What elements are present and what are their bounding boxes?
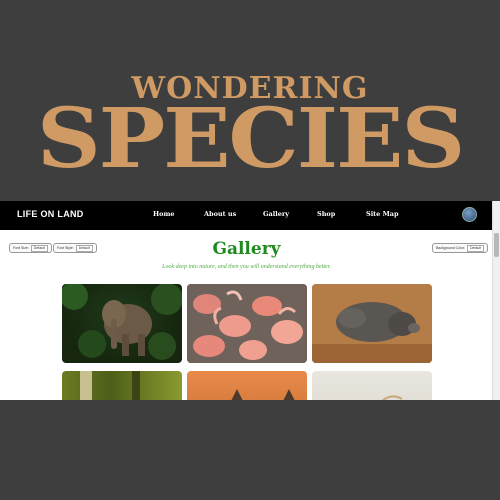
pig-picture [312,284,432,363]
scrollbar[interactable] [492,201,500,400]
browser-screenshot: LIFE ON LAND Home About us Gallery Shop … [0,201,500,400]
gallery-image-forest[interactable] [62,371,182,400]
navbar: LIFE ON LAND Home About us Gallery Shop … [0,201,493,230]
scrollbar-thumb[interactable] [494,233,499,257]
gallery-image-flamingos[interactable] [187,284,307,363]
nav-gallery[interactable]: Gallery [263,210,289,218]
fox-picture [231,389,295,400]
gallery-image-elephant[interactable] [62,284,182,363]
nav-home[interactable]: Home [153,210,175,218]
nav-about-us[interactable]: About us [204,210,236,218]
nav-shop[interactable]: Shop [317,210,335,218]
page-title: Gallery [212,239,281,259]
avatar[interactable] [462,207,477,222]
bird-picture [381,395,403,400]
gallery-image-bird[interactable] [312,371,432,400]
gallery-image-fox[interactable] [187,371,307,400]
forest-picture [80,371,140,400]
elephant-picture [62,284,182,360]
brand-line-species: SPECIES [36,91,465,187]
flamingos-picture [187,284,307,363]
page-tagline: Look deep into nature, and then you will… [162,264,331,270]
gallery-image-pig[interactable] [312,284,432,363]
nav-site-map[interactable]: Site Map [366,210,399,218]
site-title[interactable]: LIFE ON LAND [17,209,84,219]
